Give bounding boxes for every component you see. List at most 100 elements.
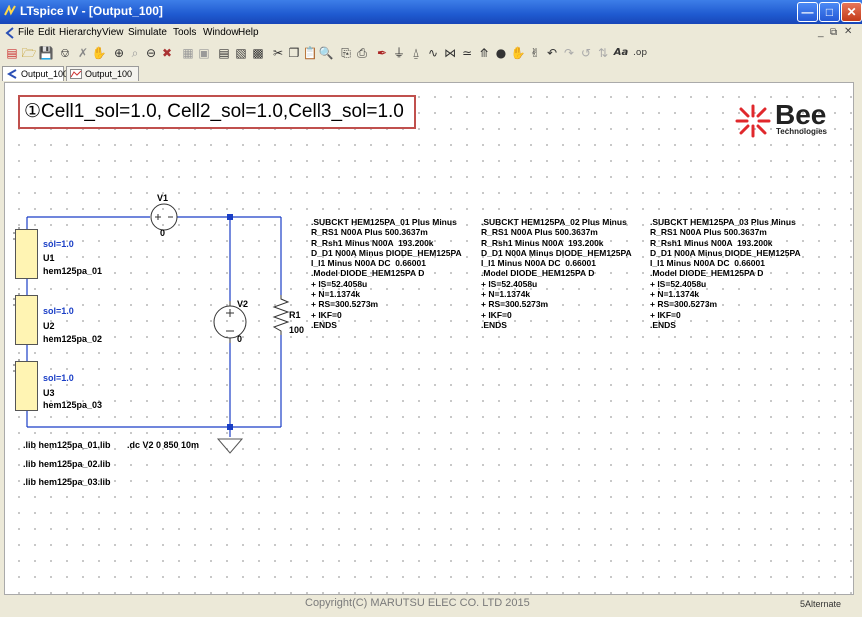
- cell-u2[interactable]: [15, 295, 38, 345]
- zoom-out-icon[interactable]: ⊖: [143, 45, 159, 61]
- tab-label: Output_100: [85, 69, 133, 79]
- label-net-icon[interactable]: ⍙: [408, 45, 424, 61]
- menu-window[interactable]: Window: [203, 27, 239, 38]
- r1-symbol: [272, 295, 290, 335]
- lib-directive-3[interactable]: .lib hem125pa_03.lib: [23, 477, 111, 487]
- diode-icon[interactable]: ⤊: [476, 45, 492, 61]
- menu-hierarchy[interactable]: Hierarchy: [59, 27, 102, 38]
- schematic-canvas[interactable]: ①Cell1_sol=1.0, Cell2_sol=1.0,Cell3_sol=…: [4, 82, 854, 595]
- tile-horizontal-icon[interactable]: ▤: [216, 45, 232, 61]
- ltspice-window: LTspice IV - [Output_100] — □ ✕ File Edi…: [0, 0, 862, 617]
- new-schematic-icon[interactable]: ▤: [4, 45, 20, 61]
- lib-directive-2[interactable]: .lib hem125pa_02.lib: [23, 459, 111, 469]
- dc-directive[interactable]: .dc V2 0 850 10m: [127, 440, 199, 450]
- menu-simulate[interactable]: Simulate: [128, 27, 167, 38]
- print-icon[interactable]: ⎙: [354, 45, 370, 61]
- cell-u1[interactable]: [15, 229, 38, 279]
- toolbar: ▤ 🗁 💾 ⎊ ✗ ✋ ⊕ ⌕ ⊖ ✖ ▦ ▣ ▤ ▧ ▩ ✂ ❐ 📋 🔍 ⎘ …: [0, 42, 862, 65]
- menu-view[interactable]: View: [102, 27, 124, 38]
- close-button[interactable]: ✕: [841, 2, 862, 22]
- save-icon[interactable]: 💾: [38, 45, 54, 61]
- waveform-tab-icon: [70, 69, 82, 79]
- v1-name: V1: [157, 193, 169, 203]
- cell-u2-ref: U2: [43, 321, 55, 331]
- ground-symbol: [216, 438, 244, 454]
- cell-u3-model: hem125pa_03: [43, 400, 103, 410]
- print-setup-icon[interactable]: ⎘: [338, 45, 354, 61]
- redo-icon[interactable]: ↷: [561, 45, 577, 61]
- cell-u1-ref: U1: [43, 253, 55, 263]
- menu-edit[interactable]: Edit: [38, 27, 55, 38]
- document-icon: [5, 27, 14, 39]
- move-icon[interactable]: ✋: [510, 45, 526, 61]
- ground-icon[interactable]: ⏚: [391, 45, 407, 61]
- wire-icon[interactable]: ✒: [374, 45, 390, 61]
- pan-icon[interactable]: ⌕: [127, 45, 143, 61]
- tab-label: Output_100: [21, 69, 69, 79]
- lib-directive-1[interactable]: .lib hem125pa_01.lib: [23, 440, 111, 450]
- tab-output-100-schematic[interactable]: Output_100: [2, 66, 68, 81]
- r1-value: 100: [289, 325, 305, 335]
- maximize-button[interactable]: □: [819, 2, 840, 22]
- zoom-in-icon[interactable]: ⊕: [111, 45, 127, 61]
- grid-icon[interactable]: ▣: [196, 45, 212, 61]
- title-bar: LTspice IV - [Output_100] — □ ✕: [0, 0, 862, 24]
- ltspice-app-icon: [4, 5, 16, 16]
- resistor-icon[interactable]: ∿: [425, 45, 441, 61]
- inductor-icon[interactable]: ≃: [459, 45, 475, 61]
- capacitor-icon[interactable]: ⋈: [442, 45, 458, 61]
- v1-symbol: [150, 203, 178, 231]
- paste-icon[interactable]: 📋: [302, 45, 318, 61]
- mdi-minimize-icon[interactable]: _: [818, 27, 824, 38]
- cell-u3-param: sol=1.0: [43, 373, 74, 383]
- run-icon[interactable]: ✗: [75, 45, 91, 61]
- rotate-icon[interactable]: ↺: [578, 45, 594, 61]
- spice-directive-icon[interactable]: .op: [632, 45, 648, 61]
- cut-icon[interactable]: ✂: [270, 45, 286, 61]
- minimize-icon: —: [801, 5, 814, 19]
- autorange-icon[interactable]: ▦: [180, 45, 196, 61]
- v1-value: 0: [160, 228, 166, 238]
- menu-tools[interactable]: Tools: [173, 27, 196, 38]
- halt-icon[interactable]: ✋: [91, 45, 107, 61]
- minimize-button[interactable]: —: [797, 2, 818, 22]
- cascade-icon[interactable]: ▩: [250, 45, 266, 61]
- zoom-fit-icon[interactable]: ✖: [159, 45, 175, 61]
- tab-output-100-plot[interactable]: Output_100: [66, 66, 139, 81]
- v2-name: V2: [237, 299, 249, 309]
- close-icon: ✕: [846, 5, 857, 19]
- schematic-tab-icon: [6, 69, 17, 79]
- find-icon[interactable]: 🔍: [318, 45, 334, 61]
- r1-name: R1: [289, 310, 301, 320]
- menu-file[interactable]: File: [18, 27, 34, 38]
- undo-icon[interactable]: ↶: [544, 45, 560, 61]
- status-bar: Copyright(C) MARUTSU ELEC CO. LTD 2015 5…: [0, 595, 862, 617]
- text-icon[interactable]: Aa: [613, 45, 629, 61]
- copy-icon[interactable]: ❐: [286, 45, 302, 61]
- menu-help[interactable]: Help: [238, 27, 259, 38]
- cell-u3[interactable]: [15, 361, 38, 411]
- open-icon[interactable]: 🗁: [21, 45, 37, 61]
- tile-vertical-icon[interactable]: ▧: [233, 45, 249, 61]
- mdi-close-icon[interactable]: ✕: [844, 26, 852, 37]
- cell-u3-ref: U3: [43, 388, 55, 398]
- status-mode: 5Alternate: [800, 599, 841, 609]
- component-icon[interactable]: ●: [493, 45, 509, 61]
- mirror-icon[interactable]: ⇅: [595, 45, 611, 61]
- tab-bar: Output_100 Output_100: [0, 64, 862, 82]
- subckt-netlist-03[interactable]: .SUBCKT HEM125PA_03 Plus Minus R_RS1 N00…: [650, 217, 801, 330]
- control-panel-icon[interactable]: ⎊: [57, 45, 73, 61]
- cell-u2-model: hem125pa_02: [43, 334, 103, 344]
- mode-label: Alternate: [805, 599, 842, 609]
- drag-icon[interactable]: ✌: [527, 45, 543, 61]
- v2-value: 0: [237, 334, 243, 344]
- menu-bar: File Edit Hierarchy View Simulate Tools …: [0, 24, 862, 42]
- schematic-wires: [13, 203, 290, 454]
- mdi-restore-icon[interactable]: ⧉: [830, 27, 837, 38]
- subckt-netlist-02[interactable]: .SUBCKT HEM125PA_02 Plus Minus R_RS1 N00…: [481, 217, 632, 330]
- cell-u1-param: sol=1.0: [43, 239, 74, 249]
- subckt-netlist-01[interactable]: .SUBCKT HEM125PA_01 Plus Minus R_RS1 N00…: [311, 217, 462, 330]
- cell-u1-model: hem125pa_01: [43, 266, 103, 276]
- maximize-icon: □: [825, 5, 834, 19]
- cell-u2-param: sol=1.0: [43, 306, 74, 316]
